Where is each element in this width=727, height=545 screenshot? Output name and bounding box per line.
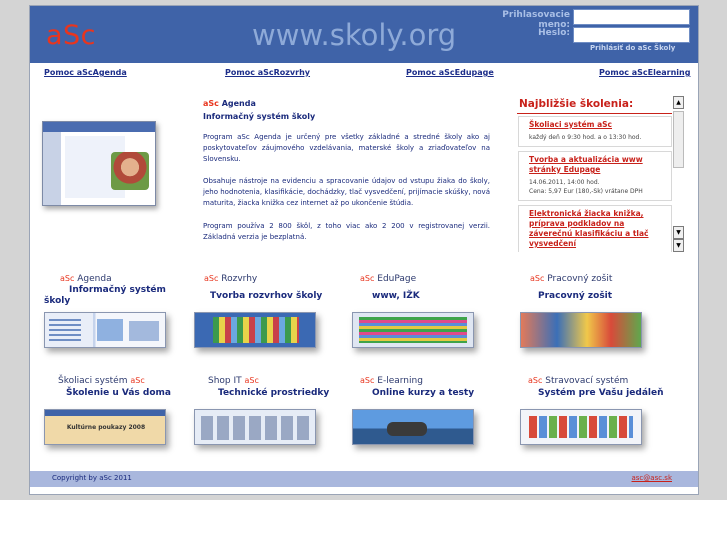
email-link[interactable]: asc@asc.sk (632, 474, 673, 482)
scroll-down-icon[interactable]: ▼ (673, 239, 684, 252)
tile-brand: aSc (244, 376, 259, 385)
shopit-thumbnail[interactable] (194, 409, 316, 445)
tile-subtitle: www, IŽK (372, 291, 420, 301)
tile-subtitle: Systém pre Vašu jedáleň (538, 388, 664, 398)
tile-shop-it[interactable]: Shop IT aSc Technické prostriedky (194, 376, 344, 466)
intro-paragraph-1: Program aSc Agenda je určený pre všetky … (203, 133, 490, 163)
scroll-thumb[interactable] (673, 111, 684, 168)
intro-product: Agenda (221, 99, 256, 108)
tile-label: Školiaci systém (58, 376, 128, 386)
site-title: www.skoly.org (252, 18, 457, 52)
tile-subtitle: Školenie u Vás doma (66, 388, 171, 398)
thumbnail-text: Kultúrne poukazy 2008 (66, 424, 146, 431)
tile-brand: aSc (360, 376, 375, 385)
tile-edupage[interactable]: aSc EduPage www, IŽK (352, 274, 502, 364)
tile-label: E-learning (377, 376, 423, 386)
login-name-input[interactable] (573, 9, 690, 25)
asc-logo[interactable]: aSc (46, 20, 96, 51)
tile-label: EduPage (377, 274, 417, 284)
tile-brand: aSc (60, 274, 75, 283)
tile-brand: aSc (360, 274, 375, 283)
help-link-edupage[interactable]: Pomoc aScEdupage (406, 68, 494, 77)
skoliaci-thumbnail[interactable]: Kultúrne poukazy 2008 (44, 409, 166, 445)
agenda-thumbnail[interactable] (44, 312, 166, 348)
tile-stravovaci-system[interactable]: aSc Stravovací systém Systém pre Vašu je… (520, 376, 670, 466)
tile-subtitle: Technické prostriedky (218, 388, 330, 398)
help-link-agenda[interactable]: Pomoc aScAgenda (44, 68, 127, 77)
tile-label: Shop IT (208, 376, 242, 386)
training-item-title[interactable]: Elektronická žiacka knižka, príprava pod… (529, 209, 666, 249)
tile-subtitle: Online kurzy a testy (372, 388, 475, 398)
tile-label: Pracovný zošit (547, 274, 613, 284)
training-item-title[interactable]: Školiaci systém aSc (529, 120, 666, 130)
tile-subtitle-2: školy (44, 296, 71, 306)
training-item-price: Cena: 5,97 Eur (180,-Sk) vrátane DPH (529, 188, 643, 195)
training-item: Elektronická žiacka knižka, príprava pod… (518, 205, 672, 252)
copyright: Copyright by aSc 2011 (52, 474, 132, 482)
elearning-thumbnail[interactable] (352, 409, 474, 445)
tile-label: Rozvrhy (221, 274, 258, 284)
help-link-elearning[interactable]: Pomoc aScElearning (599, 68, 690, 77)
tile-agenda[interactable]: aSc Agenda Informačný systém školy (44, 274, 194, 364)
page-backdrop: aSc www.skoly.org Prihlasovacie meno: He… (0, 0, 727, 500)
tile-label: Agenda (77, 274, 112, 284)
tile-brand: aSc (530, 274, 545, 283)
password-input[interactable] (573, 27, 690, 43)
intro-title: aSc Agenda (203, 99, 256, 108)
tile-pracovny-zosit[interactable]: aSc Pracovný zošit Pracovný zošit (520, 274, 670, 364)
login-link[interactable]: Prihlásiť do aSc Školy (590, 44, 675, 52)
tile-subtitle: Tvorba rozvrhov školy (210, 291, 323, 301)
header: aSc www.skoly.org Prihlasovacie meno: He… (30, 6, 698, 63)
tile-brand: aSc (528, 376, 543, 385)
stravovaci-thumbnail[interactable] (520, 409, 642, 445)
trainings-scrollbar[interactable]: ▲ ▼ ▼ (673, 96, 684, 252)
tile-subtitle: Pracovný zošit (538, 291, 613, 301)
agenda-screenshot[interactable] (42, 121, 156, 206)
training-item-detail: každý deň o 9:30 hod. a o 13:30 hod. (529, 134, 642, 141)
intro-paragraph-3: Program používa 2 800 škôl, z toho viac … (203, 222, 490, 241)
help-link-rozvrhy[interactable]: Pomoc aScRozvrhy (225, 68, 310, 77)
rozvrhy-thumbnail[interactable] (194, 312, 316, 348)
page-container: aSc www.skoly.org Prihlasovacie meno: He… (29, 5, 699, 495)
edupage-thumbnail[interactable] (352, 312, 474, 348)
tile-subtitle: Informačný systém (69, 285, 166, 295)
trainings-title: Najbližšie školenia: (519, 98, 634, 110)
tile-skoliaci-system[interactable]: Školiaci systém aSc Školenie u Vás doma … (44, 376, 194, 466)
training-item: Tvorba a aktualizácia www stránky Edupag… (518, 151, 672, 201)
training-item-detail: 14.06.2011, 14:00 hod. (529, 179, 600, 186)
scroll-up-icon[interactable]: ▲ (673, 96, 684, 109)
tile-brand: aSc (130, 376, 145, 385)
intro-subtitle: Informačný systém školy (203, 112, 316, 121)
scroll-down-icon[interactable]: ▼ (673, 226, 684, 239)
trainings-panel: Najbližšie školenia: Školiaci systém aSc… (517, 96, 687, 252)
tile-rozvrhy[interactable]: aSc Rozvrhy Tvorba rozvrhov školy (194, 274, 344, 364)
footer: Copyright by aSc 2011 asc@asc.sk (30, 471, 698, 487)
zosit-thumbnail[interactable] (520, 312, 642, 348)
tile-brand: aSc (204, 274, 219, 283)
intro-brand: aSc (203, 99, 219, 108)
intro-paragraph-2: Obsahuje nástroje na evidenciu a spracov… (203, 177, 490, 207)
tile-label: Stravovací systém (545, 376, 629, 386)
training-item-title[interactable]: Tvorba a aktualizácia www stránky Edupag… (529, 155, 666, 175)
password-label: Heslo: (538, 28, 570, 38)
training-item: Školiaci systém aSc každý deň o 9:30 hod… (518, 116, 672, 147)
tile-elearning[interactable]: aSc E-learning Online kurzy a testy (352, 376, 502, 466)
login-name-label: Prihlasovacie meno: (502, 10, 570, 30)
trainings-list: Školiaci systém aSc každý deň o 9:30 hod… (517, 113, 672, 252)
